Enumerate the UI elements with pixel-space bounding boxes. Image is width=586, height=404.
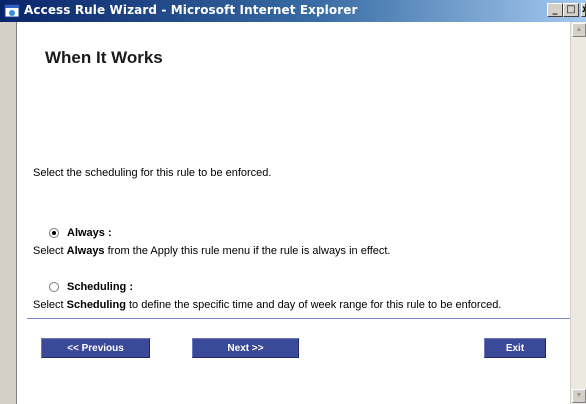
- close-button[interactable]: x: [581, 3, 586, 17]
- wizard-content: When It Works Select the scheduling for …: [17, 22, 571, 404]
- always-description: Select Always from the Apply this rule m…: [33, 245, 391, 257]
- window-left-border: [0, 22, 17, 404]
- exit-button[interactable]: Exit: [484, 338, 546, 358]
- vertical-scrollbar[interactable]: ▲ ▼: [570, 22, 586, 404]
- page-title: When It Works: [45, 48, 163, 67]
- divider: [27, 318, 571, 319]
- maximize-button[interactable]: □: [563, 3, 579, 17]
- minimize-button[interactable]: _: [547, 3, 563, 17]
- scroll-down-arrow-icon[interactable]: ▼: [572, 389, 586, 403]
- next-button[interactable]: Next >>: [192, 338, 299, 358]
- ie-window-icon: [4, 4, 20, 18]
- always-label[interactable]: Always :: [67, 227, 112, 239]
- always-option[interactable]: Always :: [49, 227, 112, 239]
- scheduling-description: Select Scheduling to define the specific…: [33, 299, 502, 311]
- always-radio[interactable]: [49, 228, 59, 238]
- window-titlebar: Access Rule Wizard - Microsoft Internet …: [0, 0, 586, 22]
- window-title: Access Rule Wizard - Microsoft Internet …: [24, 3, 358, 17]
- scheduling-option[interactable]: Scheduling :: [49, 281, 133, 293]
- instruction-text: Select the scheduling for this rule to b…: [33, 167, 272, 179]
- scroll-up-arrow-icon[interactable]: ▲: [572, 23, 586, 37]
- scheduling-label[interactable]: Scheduling :: [67, 281, 133, 293]
- scheduling-radio[interactable]: [49, 282, 59, 292]
- previous-button[interactable]: << Previous: [41, 338, 150, 358]
